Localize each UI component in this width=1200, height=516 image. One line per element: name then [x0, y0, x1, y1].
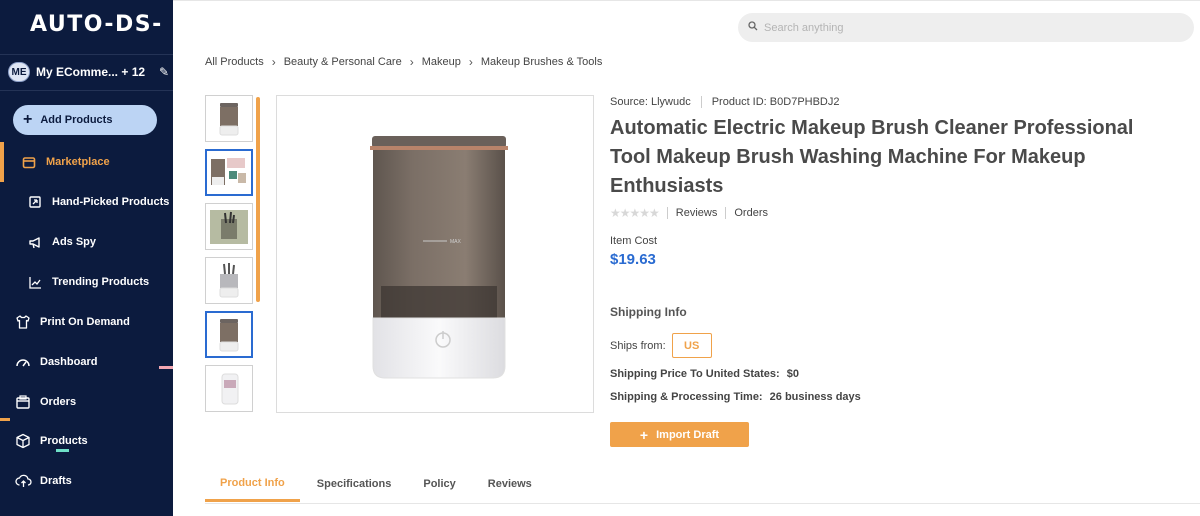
tab-policy[interactable]: Policy	[408, 466, 470, 502]
chevron-right-icon: ›	[409, 55, 414, 69]
item-cost-value: $19.63	[610, 251, 656, 268]
breadcrumb: All Products › Beauty & Personal Care › …	[205, 55, 602, 69]
tab-reviews[interactable]: Reviews	[473, 466, 547, 502]
main-content: Search anything All Products › Beauty & …	[173, 0, 1200, 516]
shipping-price-value: $0	[786, 368, 800, 380]
product-meta: Source: Llywudc Product ID: B0D7PHBDJ2	[610, 96, 840, 108]
thumbnail[interactable]	[205, 149, 253, 196]
max-marker: MAX	[450, 239, 462, 245]
sidebar-item-orders[interactable]: Orders	[0, 382, 173, 422]
sidebar-item-marketplace[interactable]: Marketplace	[0, 142, 173, 182]
divider	[173, 0, 1200, 1]
tshirt-icon	[14, 313, 32, 331]
orders-link[interactable]: Orders	[734, 207, 768, 219]
star-rating-icon: ★★★★★	[610, 206, 660, 220]
autods-logo[interactable]: AUTO-DS-	[30, 12, 163, 37]
shipping-price-label: Shipping Price To United States:	[610, 368, 780, 380]
sidebar-item-dashboard[interactable]: Dashboard	[0, 342, 173, 382]
store-icon	[20, 153, 38, 171]
add-products-button[interactable]: + Add Products	[13, 105, 157, 135]
plus-icon: +	[639, 426, 649, 443]
divider	[666, 207, 668, 219]
plus-icon: +	[23, 111, 33, 128]
divider	[0, 54, 173, 55]
hand-picked-icon	[26, 193, 44, 211]
edit-icon[interactable]: ✎	[159, 65, 169, 79]
add-products-label: Add Products	[40, 114, 113, 126]
rating-row: ★★★★★ Reviews Orders	[610, 206, 768, 220]
orders-icon	[14, 393, 32, 411]
decoration	[56, 449, 69, 452]
decoration	[159, 366, 173, 369]
search-input[interactable]: Search anything	[764, 22, 844, 34]
chevron-right-icon: ›	[271, 55, 276, 69]
store-name: My EComme... + 12	[36, 65, 146, 79]
store-selector[interactable]: ME My EComme... + 12 ✎	[8, 62, 169, 82]
ships-from-row: Ships from: US	[610, 333, 712, 358]
sidebar-item-label: Marketplace	[46, 156, 110, 168]
sidebar-item-ads-spy[interactable]: Ads Spy	[0, 222, 173, 262]
tab-product-info[interactable]: Product Info	[205, 466, 300, 502]
sidebar-item-label: Ads Spy	[52, 236, 97, 248]
divider	[725, 207, 727, 219]
sidebar-item-label: Products	[40, 435, 88, 447]
box-icon	[14, 432, 32, 450]
item-cost-label: Item Cost	[610, 235, 658, 247]
processing-time-label: Shipping & Processing Time:	[610, 391, 763, 403]
breadcrumb-item[interactable]: All Products	[205, 56, 264, 68]
shipping-info-title: Shipping Info	[610, 305, 687, 319]
product-image[interactable]: MAX	[276, 95, 594, 413]
sidebar-item-print-on-demand[interactable]: Print On Demand	[0, 302, 173, 342]
product-title: Automatic Electric Makeup Brush Cleaner …	[610, 117, 1134, 197]
thumbnail[interactable]	[205, 257, 253, 304]
sidebar-item-label: Dashboard	[40, 356, 98, 368]
sidebar-item-drafts[interactable]: Drafts	[0, 461, 173, 501]
thumbnail[interactable]	[205, 203, 253, 250]
shipping-price: Shipping Price To United States: $0	[610, 368, 799, 380]
ships-from-label: Ships from:	[610, 339, 666, 352]
divider	[0, 90, 173, 91]
search-icon	[748, 21, 758, 34]
megaphone-icon	[26, 233, 44, 251]
thumbnail[interactable]	[205, 365, 253, 412]
thumbnail[interactable]	[205, 95, 253, 142]
source-label: Source: Llywudc	[610, 96, 691, 108]
divider	[700, 96, 702, 108]
cloud-upload-icon	[14, 472, 32, 490]
divider	[205, 503, 1200, 504]
product-id: Product ID: B0D7PHBDJ2	[711, 96, 840, 108]
reviews-link[interactable]: Reviews	[676, 207, 718, 219]
tab-specifications[interactable]: Specifications	[302, 466, 407, 502]
sidebar-item-label: Hand-Picked Products	[52, 196, 170, 208]
breadcrumb-item[interactable]: Makeup Brushes & Tools	[481, 56, 602, 68]
sidebar-item-label: Trending Products	[52, 276, 150, 288]
gauge-icon	[14, 353, 32, 371]
sidebar-item-hand-picked-products[interactable]: Hand-Picked Products	[0, 182, 173, 222]
sidebar-item-label: Orders	[40, 396, 77, 408]
ships-from-country[interactable]: US	[671, 333, 712, 358]
breadcrumb-item[interactable]: Beauty & Personal Care	[284, 56, 402, 68]
import-draft-label: Import Draft	[656, 428, 720, 441]
sidebar-item-products[interactable]: Products	[0, 421, 173, 461]
processing-time-value: 26 business days	[769, 391, 861, 403]
sidebar: AUTO-DS- ME My EComme... + 12 ✎ + Add Pr…	[0, 0, 173, 516]
product-tabs: Product Info Specifications Policy Revie…	[205, 466, 549, 502]
import-draft-button[interactable]: + Import Draft	[610, 422, 749, 447]
sidebar-item-label: Drafts	[40, 475, 72, 487]
breadcrumb-item[interactable]: Makeup	[422, 56, 461, 68]
processing-time: Shipping & Processing Time: 26 business …	[610, 391, 861, 403]
trending-icon	[26, 273, 44, 291]
sidebar-item-label: Print On Demand	[40, 316, 130, 328]
chevron-right-icon: ›	[468, 55, 473, 69]
search-bar[interactable]: Search anything	[738, 13, 1194, 42]
thumbnail[interactable]	[205, 311, 253, 358]
avatar: ME	[8, 62, 30, 82]
thumbnail-scrollbar[interactable]	[256, 97, 260, 302]
sidebar-item-trending-products[interactable]: Trending Products	[0, 262, 173, 302]
